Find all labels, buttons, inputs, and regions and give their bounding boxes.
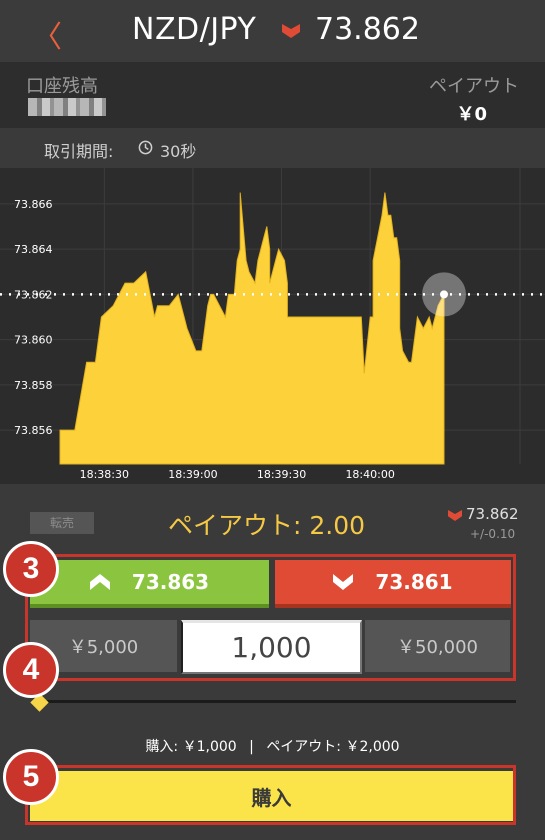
highlight-box-step3 bbox=[25, 554, 516, 681]
y-tick-label: 73.866 bbox=[14, 198, 53, 211]
account-bar: 口座残高 ペイアウト ￥0 bbox=[0, 62, 545, 128]
trade-period-bar: 取引期間: 30秒 bbox=[0, 128, 545, 168]
payout-label: ペイアウト bbox=[429, 76, 519, 97]
y-tick-label: 73.860 bbox=[14, 334, 53, 347]
order-panel: 転売 ペイアウト: 2.00 73.862 +/-0.10 73.863 73.… bbox=[0, 484, 545, 840]
currency-pair-title: NZD/JPY bbox=[132, 12, 257, 47]
trade-period-label: 取引期間: bbox=[44, 142, 114, 161]
price-chart: 73.866 73.864 73.862 73.860 73.858 73.856 18:3… bbox=[0, 168, 545, 484]
rate-spread: +/-0.10 bbox=[470, 527, 516, 541]
trend-down-icon bbox=[282, 24, 300, 38]
trade-period-value: 30秒 bbox=[160, 142, 197, 161]
last-price-point bbox=[440, 290, 448, 299]
y-tick-label: 73.864 bbox=[14, 243, 53, 256]
resell-button[interactable]: 転売 bbox=[30, 512, 94, 534]
balance-value-masked bbox=[28, 98, 106, 116]
current-rate-header: 73.862 bbox=[315, 12, 420, 47]
price-chart-svg: 73.866 73.864 73.862 73.860 73.858 73.856 18:3… bbox=[0, 168, 545, 481]
back-button[interactable]: 〈 bbox=[32, 12, 62, 56]
trend-down-icon bbox=[448, 510, 462, 521]
clock-icon bbox=[138, 140, 153, 155]
step-badge-5: 5 bbox=[3, 749, 59, 805]
amount-slider-track[interactable] bbox=[38, 700, 516, 703]
highlight-box-step5 bbox=[25, 765, 516, 825]
step-badge-3: 3 bbox=[3, 541, 59, 597]
x-tick-label: 18:40:00 bbox=[345, 468, 394, 481]
summary-payout: ペイアウト: ￥2,000 bbox=[266, 739, 400, 755]
summary-separator: | bbox=[249, 739, 254, 755]
y-tick-label: 73.862 bbox=[14, 288, 53, 301]
payout-rate: ペイアウト: 2.00 bbox=[168, 511, 366, 540]
top-bar: 〈 NZD/JPY 73.862 bbox=[0, 0, 545, 62]
x-tick-label: 18:38:30 bbox=[80, 468, 129, 481]
summary-purchase: 購入: ￥1,000 bbox=[145, 739, 237, 755]
current-rate: 73.862 bbox=[466, 505, 519, 523]
step-badge-4: 4 bbox=[3, 642, 59, 698]
balance-label: 口座残高 bbox=[26, 76, 98, 97]
x-tick-label: 18:39:00 bbox=[168, 468, 217, 481]
order-summary: 購入: ￥1,000 | ペイアウト: ￥2,000 bbox=[0, 736, 545, 756]
price-series-area bbox=[59, 192, 445, 465]
x-tick-label: 18:39:30 bbox=[257, 468, 306, 481]
payout-value: ￥0 bbox=[456, 104, 487, 125]
y-tick-label: 73.856 bbox=[14, 424, 53, 437]
y-tick-label: 73.858 bbox=[14, 379, 53, 392]
